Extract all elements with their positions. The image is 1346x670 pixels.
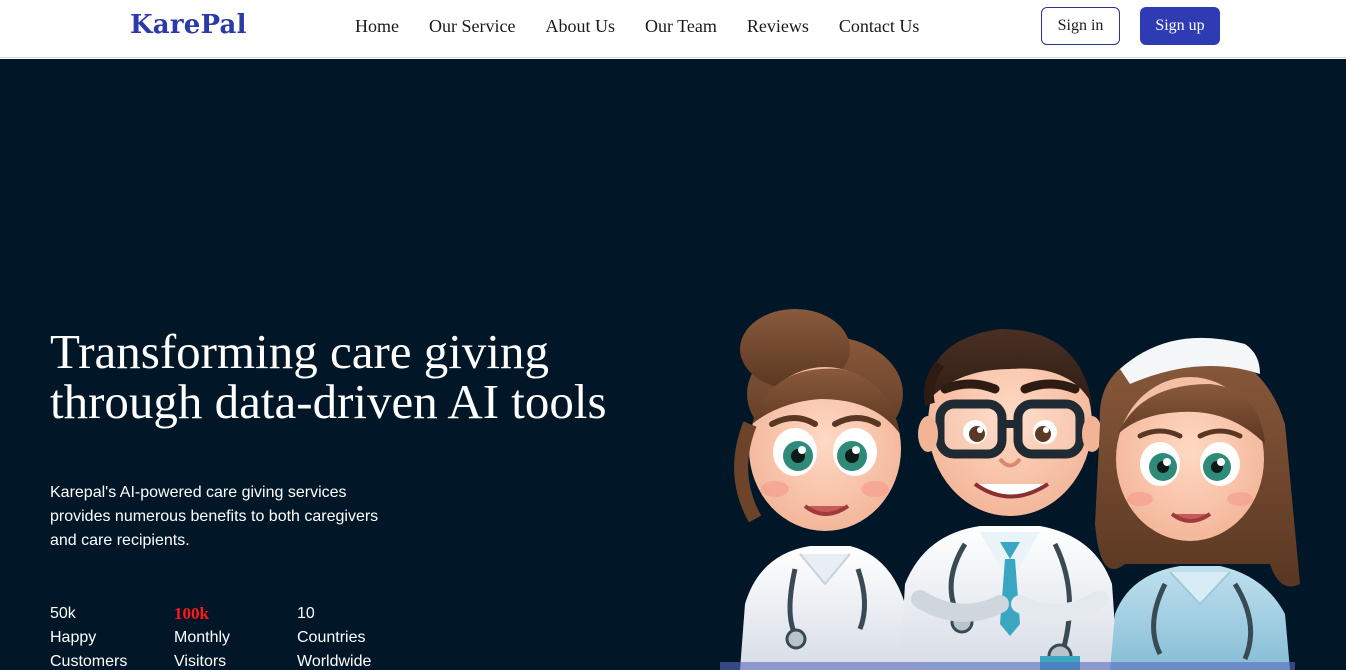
hero-headline: Transforming care giving through data-dr… xyxy=(50,327,670,427)
male-doctor-figure xyxy=(900,329,1118,670)
stat-label-line2: Worldwide xyxy=(297,653,372,670)
stat-label-line2: Visitors xyxy=(174,653,227,670)
hero-section: Transforming care giving through data-dr… xyxy=(0,59,1346,670)
stat-label-line1: Monthly xyxy=(174,629,231,646)
nav-about-us[interactable]: About Us xyxy=(545,15,615,37)
healthcare-team-illustration xyxy=(720,309,1300,670)
stat-value: 100k xyxy=(174,604,209,623)
stat-label-line1: Countries xyxy=(297,629,366,646)
nurse-figure xyxy=(1095,337,1300,670)
stat-label-line2: Customers xyxy=(50,653,128,670)
stat-countries: 10 Countries Worldwide xyxy=(297,602,417,670)
nav-home[interactable]: Home xyxy=(355,15,399,37)
nav-our-team[interactable]: Our Team xyxy=(645,15,717,37)
nav-reviews[interactable]: Reviews xyxy=(747,15,809,37)
hero-headline-line2: through data-driven AI tools xyxy=(50,374,607,429)
stat-value: 10 xyxy=(297,605,315,622)
nav-our-service[interactable]: Our Service xyxy=(429,15,515,37)
stat-label-line1: Happy xyxy=(50,629,97,646)
main-nav: Home Our Service About Us Our Team Revie… xyxy=(355,15,949,37)
hero-headline-line1: Transforming care giving xyxy=(50,324,549,379)
site-header: KarePal Home Our Service About Us Our Te… xyxy=(0,0,1346,58)
hero-description: Karepal's AI-powered care giving service… xyxy=(50,484,379,549)
sign-up-button[interactable]: Sign up xyxy=(1140,7,1220,45)
sign-in-button[interactable]: Sign in xyxy=(1041,7,1120,45)
stat-customers: 50k Happy Customers xyxy=(50,602,170,670)
stat-value: 50k xyxy=(50,605,76,622)
nav-contact-us[interactable]: Contact Us xyxy=(839,15,920,37)
stat-visitors: 100k Monthly Visitors xyxy=(174,602,294,670)
brand-logo[interactable]: KarePal xyxy=(130,10,247,40)
female-doctor-figure xyxy=(734,309,910,670)
